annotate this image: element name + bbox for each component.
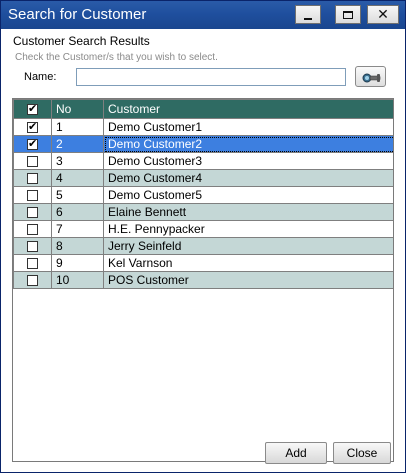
search-button[interactable]	[355, 66, 386, 87]
row-checkbox[interactable]	[27, 137, 38, 151]
search-for-customer-window: Search for Customer ✕ Customer Search Re…	[0, 0, 406, 473]
row-customer-name[interactable]: Demo Customer1	[103, 118, 393, 136]
table-row[interactable]: 2Demo Customer2	[13, 135, 393, 153]
row-checkbox-cell[interactable]	[13, 135, 52, 153]
row-customer-name[interactable]: Demo Customer3	[103, 152, 393, 170]
row-checkbox-cell[interactable]	[13, 152, 52, 170]
row-number[interactable]: 1	[51, 118, 104, 136]
row-customer-name[interactable]: Demo Customer2	[103, 135, 393, 153]
table-row[interactable]: 10 POS Customer	[13, 271, 393, 289]
select-all-header[interactable]	[13, 99, 52, 119]
row-checkbox[interactable]	[27, 207, 38, 219]
row-customer-name[interactable]: Demo Customer5	[103, 186, 393, 204]
minimize-button[interactable]	[295, 5, 321, 24]
binoculars-icon	[362, 73, 380, 82]
row-number[interactable]: 7	[51, 220, 104, 238]
row-checkbox[interactable]	[27, 120, 38, 134]
table-row[interactable]: 1Demo Customer1	[13, 118, 393, 136]
customer-results-grid[interactable]: No Customer 1Demo Customer12Demo Custome…	[12, 98, 394, 462]
table-row[interactable]: 6 Elaine Bennett	[13, 203, 393, 221]
row-checkbox[interactable]	[27, 190, 38, 202]
row-checkbox-cell[interactable]	[13, 271, 52, 289]
row-checkbox[interactable]	[27, 156, 38, 168]
instruction-hint: Check the Customer/s that you wish to se…	[15, 52, 218, 63]
row-checkbox-cell[interactable]	[13, 254, 52, 272]
close-icon: ✕	[377, 6, 389, 23]
row-number[interactable]: 8	[51, 237, 104, 255]
name-search-input[interactable]	[76, 68, 346, 86]
row-checkbox-cell[interactable]	[13, 203, 52, 221]
row-number[interactable]: 6	[51, 203, 104, 221]
add-button[interactable]: Add	[265, 442, 327, 464]
row-number[interactable]: 3	[51, 152, 104, 170]
table-row[interactable]: 7 H.E. Pennypacker	[13, 220, 393, 238]
maximize-button[interactable]	[335, 5, 361, 24]
table-row[interactable]: 5 Demo Customer5	[13, 186, 393, 204]
close-window-button[interactable]: ✕	[367, 5, 399, 24]
row-customer-name[interactable]: H.E. Pennypacker	[103, 220, 393, 238]
maximize-icon	[343, 10, 353, 19]
row-checkbox-cell[interactable]	[13, 237, 52, 255]
row-number[interactable]: 4	[51, 169, 104, 187]
row-checkbox-cell[interactable]	[13, 220, 52, 238]
minimize-icon	[304, 17, 312, 20]
table-row[interactable]: 9 Kel Varnson	[13, 254, 393, 272]
row-customer-name[interactable]: Elaine Bennett	[103, 203, 393, 221]
row-customer-name[interactable]: Kel Varnson	[103, 254, 393, 272]
row-number[interactable]: 2	[51, 135, 104, 153]
row-checkbox[interactable]	[27, 241, 38, 253]
row-checkbox-cell[interactable]	[13, 169, 52, 187]
row-checkbox[interactable]	[27, 224, 38, 236]
customer-table: No Customer 1Demo Customer12Demo Custome…	[13, 99, 393, 289]
table-row[interactable]: 8 Jerry Seinfeld	[13, 237, 393, 255]
select-all-checkbox[interactable]	[27, 102, 38, 116]
table-header-row: No Customer	[13, 99, 393, 119]
row-customer-name[interactable]: POS Customer	[103, 271, 393, 289]
row-number[interactable]: 9	[51, 254, 104, 272]
column-header-no[interactable]: No	[51, 99, 104, 119]
window-title: Search for Customer	[8, 6, 147, 23]
row-number[interactable]: 10	[51, 271, 104, 289]
dialog-content: Customer Search Results Check the Custom…	[1, 29, 405, 472]
title-bar[interactable]: Search for Customer ✕	[1, 1, 405, 29]
row-checkbox[interactable]	[27, 258, 38, 270]
row-checkbox-cell[interactable]	[13, 186, 52, 204]
row-checkbox[interactable]	[27, 275, 38, 287]
table-row[interactable]: 4 Demo Customer4	[13, 169, 393, 187]
table-row[interactable]: 3 Demo Customer3	[13, 152, 393, 170]
close-button[interactable]: Close	[333, 442, 391, 464]
section-title: Customer Search Results	[13, 34, 150, 48]
row-checkbox-cell[interactable]	[13, 118, 52, 136]
row-customer-name[interactable]: Jerry Seinfeld	[103, 237, 393, 255]
row-checkbox[interactable]	[27, 173, 38, 185]
row-number[interactable]: 5	[51, 186, 104, 204]
column-header-customer[interactable]: Customer	[103, 99, 393, 119]
name-label: Name:	[24, 71, 57, 83]
row-customer-name[interactable]: Demo Customer4	[103, 169, 393, 187]
